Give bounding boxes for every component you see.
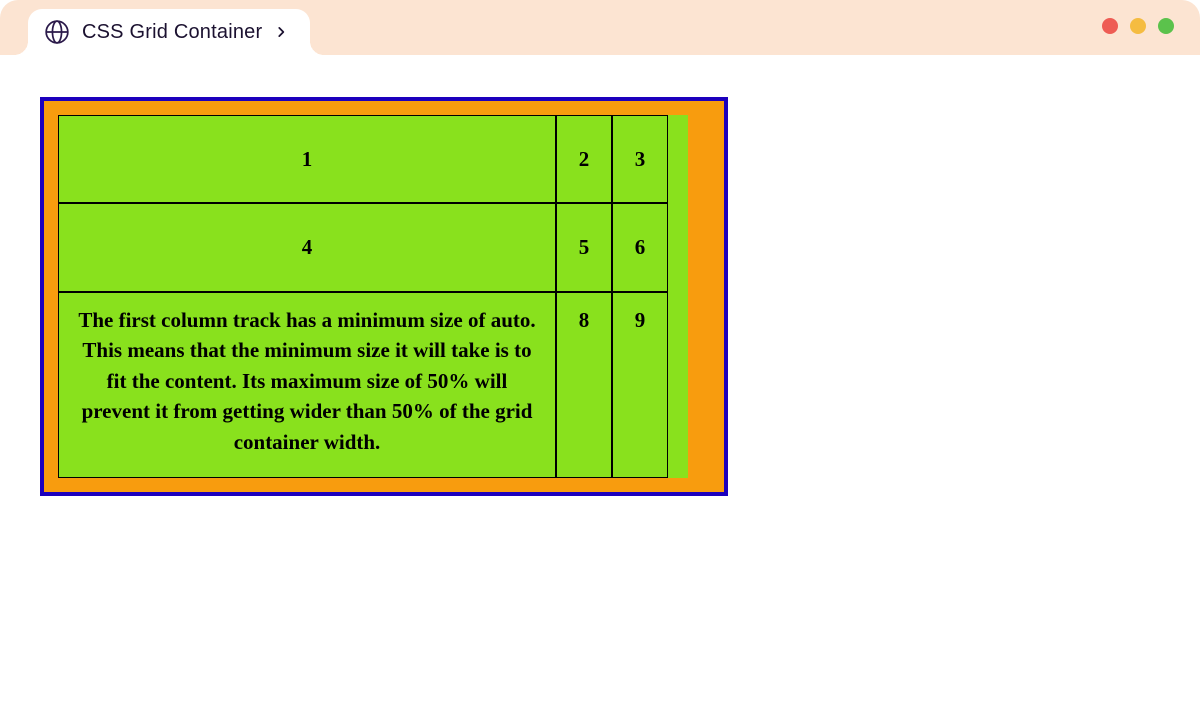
grid-wrapper: 1 2 3 4 5 6 The first column track has a… [40,97,728,496]
grid-cell-3: 3 [612,115,668,203]
grid-cell-2: 2 [556,115,612,203]
grid-cell-6: 6 [612,203,668,291]
minimize-window-button[interactable] [1130,18,1146,34]
grid-cell-4: 4 [58,203,556,291]
grid-cell-8: 8 [556,292,612,478]
grid-cell-7: The first column track has a minimum siz… [58,292,556,478]
globe-icon [44,19,70,45]
grid-container: 1 2 3 4 5 6 The first column track has a… [58,115,688,478]
maximize-window-button[interactable] [1158,18,1174,34]
browser-tab[interactable]: CSS Grid Container [28,9,310,55]
chevron-right-icon [274,25,288,39]
page-content: 1 2 3 4 5 6 The first column track has a… [0,55,1200,496]
title-bar: CSS Grid Container [0,0,1200,55]
grid-cell-9: 9 [612,292,668,478]
close-window-button[interactable] [1102,18,1118,34]
window-controls [1102,18,1174,34]
grid-cell-1: 1 [58,115,556,203]
tab-title: CSS Grid Container [82,21,262,44]
browser-window: CSS Grid Container 1 2 3 4 5 6 The first… [0,0,1200,715]
grid-cell-5: 5 [556,203,612,291]
